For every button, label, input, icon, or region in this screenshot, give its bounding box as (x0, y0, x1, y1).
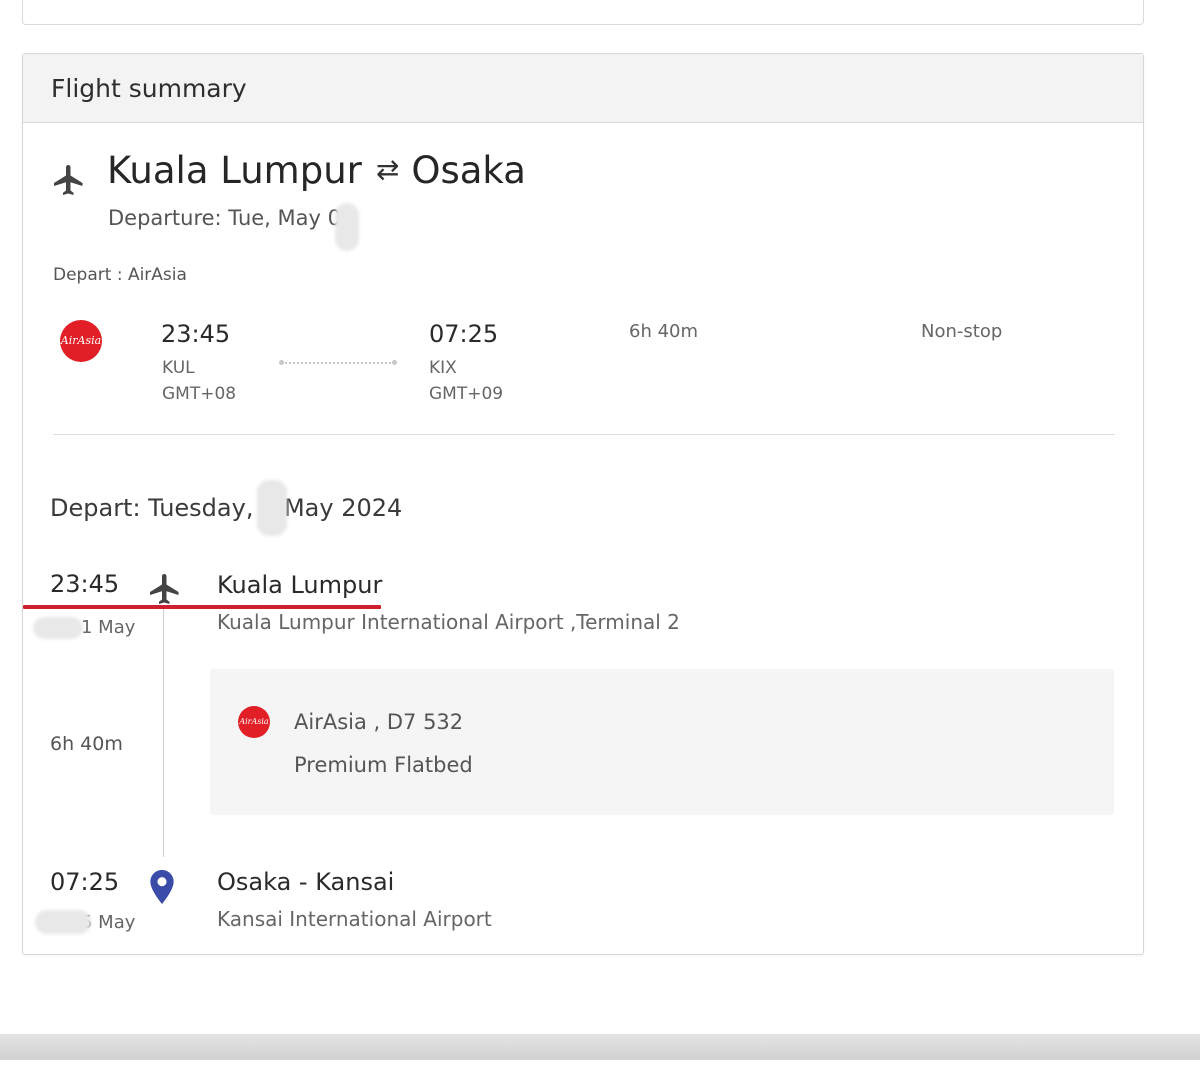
route-destination: Osaka (411, 149, 526, 192)
arrival-airport: Kansai International Airport (217, 907, 492, 931)
segment-duration: 6h 40m (50, 733, 123, 755)
origin-time: 23:45 (161, 320, 231, 348)
flight-summary-card: Flight summary Kuala Lumpur ⇄ Osaka Depart… (22, 53, 1144, 955)
flight-details-box: AirAsia AirAsia , D7 532 Premium Flatbed (210, 669, 1114, 815)
route-origin: Kuala Lumpur (107, 149, 362, 192)
section-divider (53, 434, 1115, 435)
departure-time: 23:45 (50, 570, 120, 598)
departure-date: 1 May (81, 617, 136, 638)
departure-city: Kuala Lumpur (217, 571, 383, 599)
redaction-blur (33, 617, 83, 639)
depart-airline-label: Depart : AirAsia (53, 265, 187, 285)
swap-arrows-icon: ⇄ (375, 153, 400, 186)
redaction-blur (35, 910, 91, 934)
plane-icon (54, 165, 83, 195)
redaction-blur (257, 480, 287, 536)
arrival-city: Osaka - Kansai (217, 868, 395, 896)
plane-icon (150, 574, 179, 604)
arrival-time: 07:25 (50, 868, 120, 896)
origin-timezone: GMT+08 (162, 384, 237, 404)
destination-time: 07:25 (429, 320, 499, 348)
cabin-class: Premium Flatbed (294, 753, 473, 777)
previous-card (22, 0, 1144, 25)
airline-flight-number: AirAsia , D7 532 (294, 710, 464, 734)
departure-date-summary: Departure: Tue, May 0 (108, 206, 341, 230)
highlight-underline (23, 605, 381, 609)
stops-info: Non-stop (921, 321, 1003, 342)
departure-airport: Kuala Lumpur International Airport ,Term… (217, 610, 680, 634)
card-title: Flight summary (51, 74, 247, 103)
origin-code: KUL (162, 358, 195, 378)
itinerary-depart-date: Depart: Tuesday, 1 May 2024 (50, 494, 403, 522)
destination-timezone: GMT+09 (429, 384, 504, 404)
location-pin-icon (150, 870, 174, 904)
airasia-logo: AirAsia (60, 320, 102, 362)
card-header: Flight summary (23, 54, 1143, 123)
route-connector (279, 360, 397, 365)
redaction-blur (335, 203, 359, 251)
route-title: Kuala Lumpur ⇄ Osaka (107, 149, 526, 192)
bottom-bar (0, 1034, 1200, 1060)
timeline-line (163, 609, 164, 857)
airasia-logo: AirAsia (238, 706, 270, 738)
destination-code: KIX (429, 358, 457, 378)
flight-duration: 6h 40m (629, 321, 699, 342)
